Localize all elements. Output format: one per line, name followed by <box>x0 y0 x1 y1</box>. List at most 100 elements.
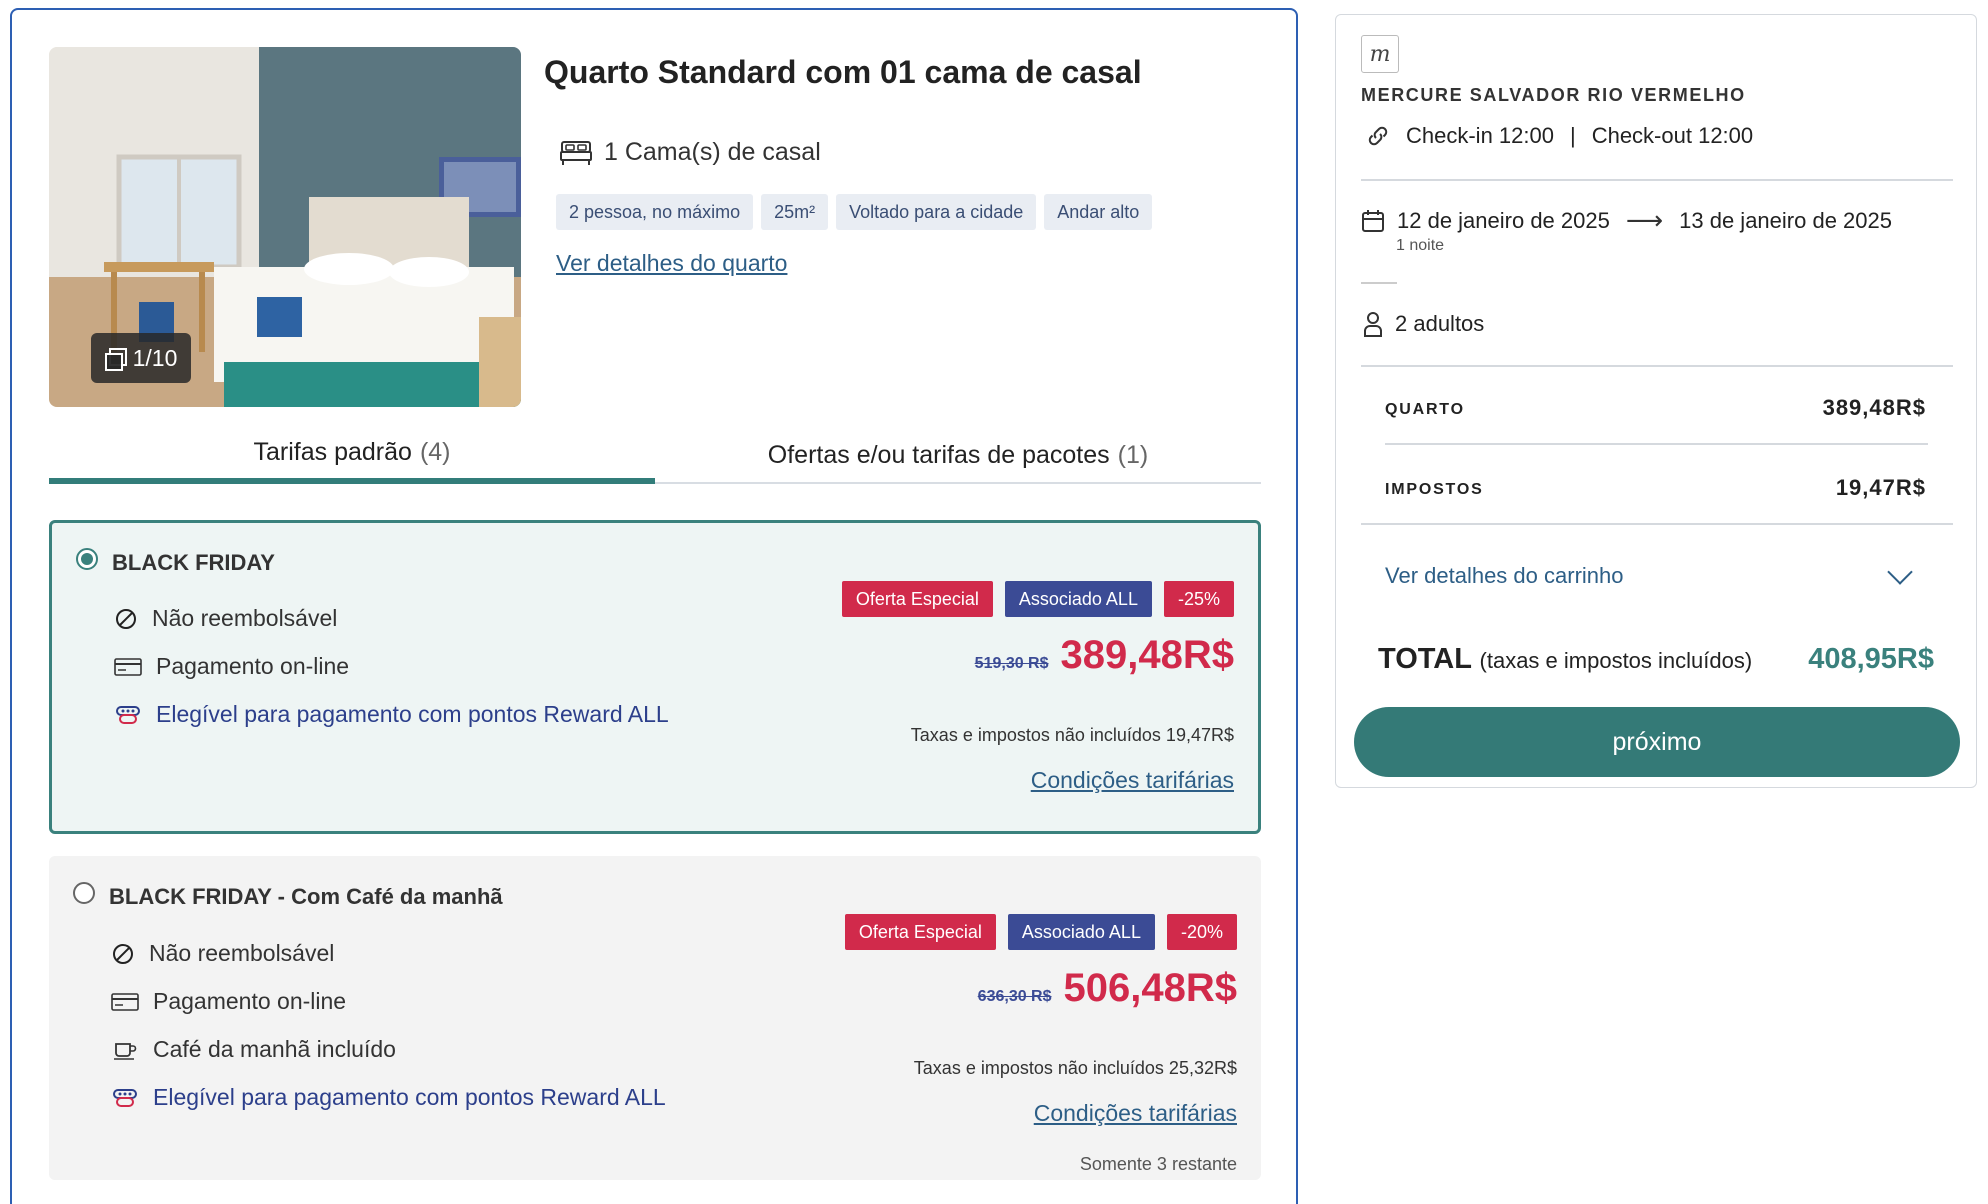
stay-dates: 12 de janeiro de 2025 ⟶ 13 de janeiro de… <box>1361 205 1892 236</box>
no-refund-icon <box>113 943 133 964</box>
tab-package-count: (1) <box>1117 441 1149 469</box>
badge-member: Associado ALL <box>1004 581 1152 617</box>
total-value: 408,95R$ <box>1808 643 1934 675</box>
nights-count: 1 noite <box>1396 237 1445 254</box>
tax-line-label: IMPOSTOS <box>1385 481 1484 498</box>
rate-price: 519,30 R$ 389,48R$ <box>975 633 1234 678</box>
credit-card-icon <box>114 657 142 676</box>
rate-conditions-link[interactable]: Condições tarifárias <box>1034 1100 1237 1127</box>
badge-discount: -20% <box>1166 914 1237 950</box>
next-button[interactable]: próximo <box>1354 707 1960 777</box>
tax-line-value: 19,47R$ <box>1835 475 1926 500</box>
room-line-label: QUARTO <box>1385 401 1465 418</box>
checkin-time: Check-in 12:00 <box>1406 123 1554 148</box>
total-text: TOTAL <box>1378 643 1472 675</box>
rate-badges: Oferta Especial Associado ALL -25% <box>841 581 1234 617</box>
time-separator: | <box>1569 123 1576 148</box>
feature-non-refundable: Não reembolsável <box>111 940 334 967</box>
checkout-time: Check-out 12:00 <box>1591 123 1754 148</box>
divider <box>1385 443 1928 445</box>
date-to: 13 de janeiro de 2025 <box>1679 207 1892 233</box>
hotel-name: MERCURE SALVADOR RIO VERMELHO <box>1361 85 1746 105</box>
coffee-cup-icon <box>114 1042 137 1060</box>
badge-special-offer: Oferta Especial <box>841 581 993 617</box>
chevron-down-icon[interactable] <box>1887 559 1913 585</box>
date-from: 12 de janeiro de 2025 <box>1397 207 1610 233</box>
hotel-logo: m <box>1361 35 1399 73</box>
feature-online-payment: Pagamento on-line <box>114 653 349 680</box>
divider <box>1361 179 1953 181</box>
room-line-value: 389,48R$ <box>1822 395 1926 420</box>
feature-text: Pagamento on-line <box>156 653 350 679</box>
tag-view: Voltado para a cidade <box>836 194 1037 230</box>
badge-member: Associado ALL <box>1007 914 1155 950</box>
rate-badges: Oferta Especial Associado ALL -20% <box>844 914 1237 950</box>
no-refund-icon <box>116 608 136 629</box>
rate-name: BLACK FRIDAY <box>112 550 275 575</box>
availability-note: Somente 3 restante <box>1079 1154 1237 1174</box>
reward-points-icon <box>113 1088 137 1107</box>
feature-breakfast: Café da manhã incluído <box>111 1036 396 1063</box>
tag-floor: Andar alto <box>1044 194 1153 230</box>
gallery-icon <box>104 348 127 371</box>
current-price: 389,48R$ <box>1060 633 1234 677</box>
calendar-icon <box>1362 209 1384 232</box>
rate-tabs: Tarifas padrão (4) Ofertas e/ou tarifas … <box>49 430 1261 484</box>
bed-text: 1 Cama(s) de casal <box>604 138 821 166</box>
feature-text: Não reembolsável <box>149 940 335 966</box>
rate-option-black-friday-breakfast[interactable]: BLACK FRIDAY - Com Café da manhã Não ree… <box>49 856 1261 1180</box>
credit-card-icon <box>111 992 139 1011</box>
link-icon <box>1368 126 1388 146</box>
tax-note: Taxas e impostos não incluídos 25,32R$ <box>913 1058 1237 1078</box>
feature-text: Café da manhã incluído <box>153 1036 396 1062</box>
feature-text: Elegível para pagamento com pontos Rewar… <box>153 1084 666 1110</box>
arrow-right-icon: ⟶ <box>1625 205 1664 235</box>
reward-points-icon <box>116 705 140 724</box>
rate-name: BLACK FRIDAY - Com Café da manhã <box>109 884 503 909</box>
rate-conditions-link[interactable]: Condições tarifárias <box>1031 767 1234 794</box>
feature-reward-points[interactable]: Elegível para pagamento com pontos Rewar… <box>111 1084 666 1111</box>
rate-radio-unselected[interactable] <box>73 882 95 904</box>
room-title: Quarto Standard com 01 cama de casal <box>544 54 1142 90</box>
photo-counter-text: 1/10 <box>132 344 178 371</box>
tab-package-label: Ofertas e/ou tarifas de pacotes <box>767 441 1110 469</box>
total-subtext: (taxas e impostos incluídos) <box>1479 648 1753 673</box>
divider <box>1361 365 1953 367</box>
old-price: 519,30 R$ <box>974 655 1049 672</box>
room-tags: 2 pessoa, no máximo 25m² Voltado para a … <box>556 194 1153 230</box>
guests-text: 2 adultos <box>1395 311 1485 336</box>
person-icon <box>1364 312 1382 337</box>
tag-capacity: 2 pessoa, no máximo <box>556 194 754 230</box>
rate-option-black-friday[interactable]: BLACK FRIDAY Não reembolsável Pagamento … <box>49 520 1261 834</box>
current-price: 506,48R$ <box>1063 966 1237 1010</box>
divider <box>1361 282 1397 284</box>
rate-price: 636,30 R$ 506,48R$ <box>978 966 1237 1011</box>
bed-icon <box>560 140 592 165</box>
old-price: 636,30 R$ <box>977 988 1052 1005</box>
feature-text: Elegível para pagamento com pontos Rewar… <box>156 701 669 727</box>
booking-summary: m MERCURE SALVADOR RIO VERMELHO Check-in… <box>1335 14 1977 788</box>
feature-online-payment: Pagamento on-line <box>111 988 346 1015</box>
tab-package-offers[interactable]: Ofertas e/ou tarifas de pacotes (1) <box>655 430 1261 484</box>
total-label: TOTAL (taxas e impostos incluídos) <box>1378 643 1752 676</box>
tax-note: Taxas e impostos não incluídos 19,47R$ <box>910 725 1234 745</box>
feature-reward-points[interactable]: Elegível para pagamento com pontos Rewar… <box>114 701 669 728</box>
badge-discount: -25% <box>1163 581 1234 617</box>
tab-standard-label: Tarifas padrão <box>253 438 412 466</box>
feature-text: Não reembolsável <box>152 605 338 631</box>
divider <box>1361 523 1953 525</box>
tab-standard-rates[interactable]: Tarifas padrão (4) <box>49 430 655 484</box>
feature-text: Pagamento on-line <box>153 988 347 1014</box>
photo-counter[interactable]: 1/10 <box>91 333 191 383</box>
tag-size: 25m² <box>761 194 829 230</box>
rate-radio-selected[interactable] <box>76 548 98 570</box>
badge-special-offer: Oferta Especial <box>844 914 996 950</box>
guests: 2 adultos <box>1361 311 1484 337</box>
room-details-link[interactable]: Ver detalhes do quarto <box>556 250 787 277</box>
checkin-checkout: Check-in 12:00 | Check-out 12:00 <box>1366 123 1753 149</box>
room-photo[interactable]: 1/10 <box>49 47 521 407</box>
feature-non-refundable: Não reembolsável <box>114 605 337 632</box>
cart-details-link[interactable]: Ver detalhes do carrinho <box>1385 563 1624 589</box>
room-card: 1/10 Quarto Standard com 01 cama de casa… <box>10 8 1298 1204</box>
bed-info: 1 Cama(s) de casal <box>560 138 821 167</box>
